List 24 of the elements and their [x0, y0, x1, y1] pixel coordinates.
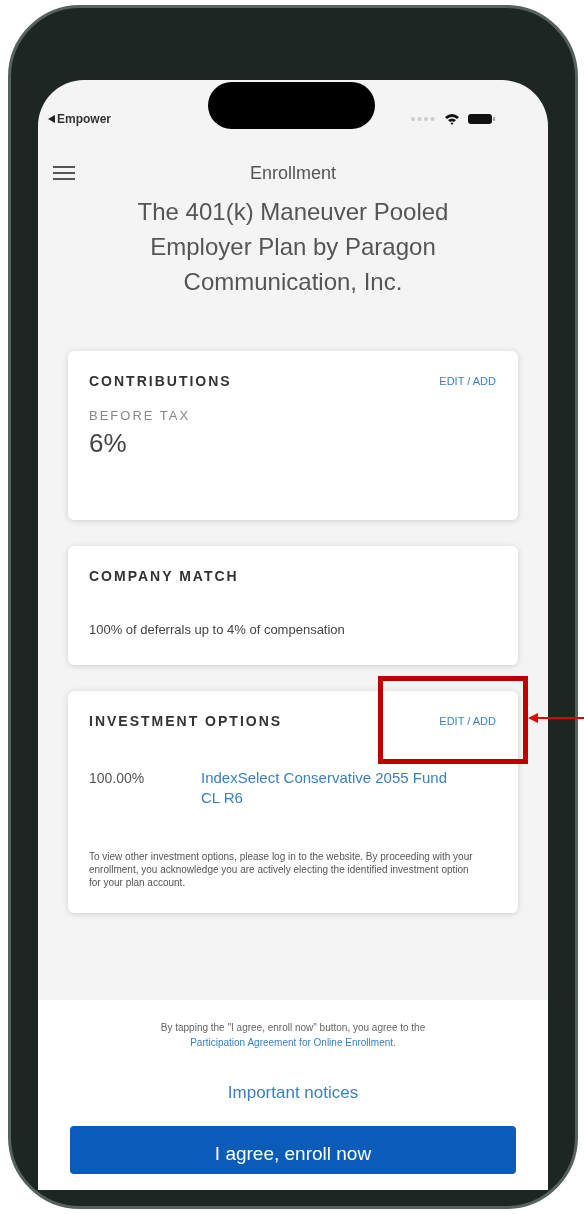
- contribution-value: 6%: [89, 426, 128, 460]
- signal-icon: [410, 117, 436, 121]
- edit-add-link[interactable]: EDIT / ADD: [439, 712, 496, 730]
- allocation-percent: 100.00%: [89, 768, 146, 788]
- important-notices-link[interactable]: Important notices: [227, 1080, 359, 1106]
- screen-title: Enrollment: [249, 161, 336, 185]
- pointer-arrow: [528, 712, 584, 724]
- fund-link[interactable]: IndexSelect Conservative 2055 Fund CL R6: [201, 767, 451, 808]
- match-description: 100% of deferrals up to 4% of compensation: [89, 621, 345, 637]
- agreement-link[interactable]: Participation Agreement for Online Enrollment.: [190, 1037, 396, 1048]
- agreement-text: By tapping the "I agree, enroll now" button, you agree to the Participation Agreement for Online Enrollment.: [159, 1021, 427, 1050]
- battery-icon: [468, 113, 496, 125]
- back-triangle-icon[interactable]: [48, 115, 55, 123]
- investment-disclaimer: To view other investment options, please log in to the website. By proceeding with your enrollment, you acknowledge you are actively electing the identified investment option for your plan account.: [89, 849, 474, 889]
- contribution-label: BEFORE TAX: [89, 407, 192, 425]
- card-title: COMPANY MATCH: [89, 566, 239, 586]
- wifi-icon: [444, 113, 460, 125]
- plan-name: The 401(k) Maneuver Pooled Employer Plan by Paragon Communication, Inc.: [136, 197, 450, 297]
- edit-add-link[interactable]: EDIT / ADD: [439, 373, 496, 390]
- menu-icon[interactable]: [53, 165, 75, 181]
- card-title: CONTRIBUTIONS: [89, 372, 232, 391]
- back-app-label[interactable]: Empower: [57, 110, 111, 128]
- card-title: INVESTMENT OPTIONS: [89, 711, 283, 731]
- enroll-button[interactable]: I agree, enroll now: [70, 1125, 516, 1174]
